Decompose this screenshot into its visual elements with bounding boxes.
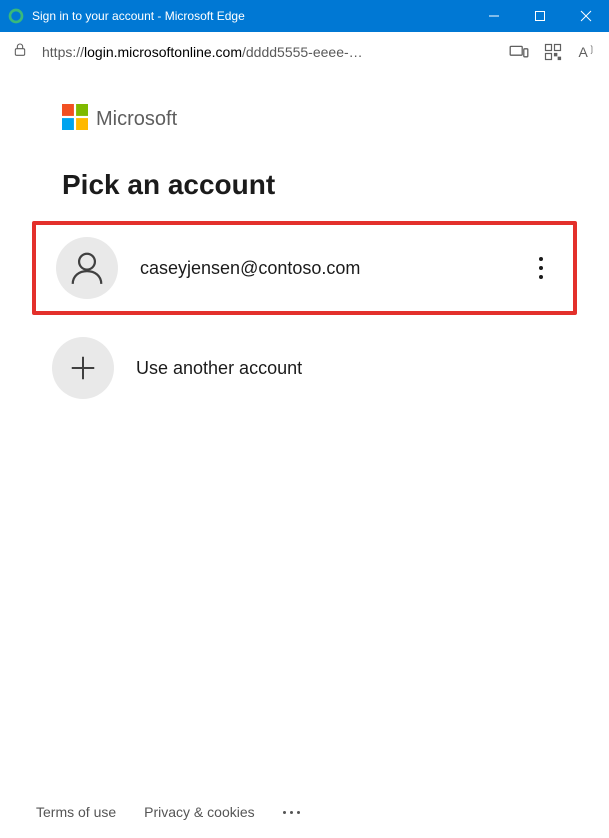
page-heading: Pick an account [62, 169, 577, 201]
microsoft-logo-icon [62, 104, 88, 135]
account-menu-icon[interactable] [529, 257, 553, 279]
footer: Terms of use Privacy & cookies [0, 786, 609, 838]
use-another-label: Use another account [136, 358, 557, 379]
window-controls [471, 0, 609, 32]
lock-icon[interactable] [12, 42, 28, 63]
account-email: caseyjensen@contoso.com [140, 258, 507, 279]
minimize-button[interactable] [471, 0, 517, 32]
plus-icon [52, 337, 114, 399]
footer-more-icon[interactable] [283, 811, 300, 814]
url-scheme: https:// [42, 44, 84, 60]
use-another-account[interactable]: Use another account [32, 325, 577, 411]
url-path: /dddd5555-eeee-… [242, 44, 363, 60]
account-item[interactable]: caseyjensen@contoso.com [32, 221, 577, 315]
qr-icon[interactable] [543, 43, 563, 61]
address-bar: https://login.microsoftonline.com/dddd55… [0, 32, 609, 72]
brand-text: Microsoft [96, 108, 177, 131]
edge-app-icon [8, 8, 24, 24]
close-button[interactable] [563, 0, 609, 32]
microsoft-brand: Microsoft [62, 104, 577, 135]
url-domain: login.microsoftonline.com [84, 44, 242, 60]
terms-link[interactable]: Terms of use [36, 804, 116, 820]
url-field[interactable]: https://login.microsoftonline.com/dddd55… [42, 44, 495, 60]
maximize-button[interactable] [517, 0, 563, 32]
window-titlebar: Sign in to your account - Microsoft Edge [0, 0, 609, 32]
avatar [56, 237, 118, 299]
read-aloud-icon[interactable]: A❳ [577, 44, 597, 60]
page-content: Microsoft Pick an account caseyjensen@co… [0, 72, 609, 786]
account-list: caseyjensen@contoso.com Use another acco… [32, 221, 577, 411]
privacy-link[interactable]: Privacy & cookies [144, 804, 254, 820]
window-title: Sign in to your account - Microsoft Edge [32, 9, 471, 23]
device-sync-icon[interactable] [509, 44, 529, 60]
